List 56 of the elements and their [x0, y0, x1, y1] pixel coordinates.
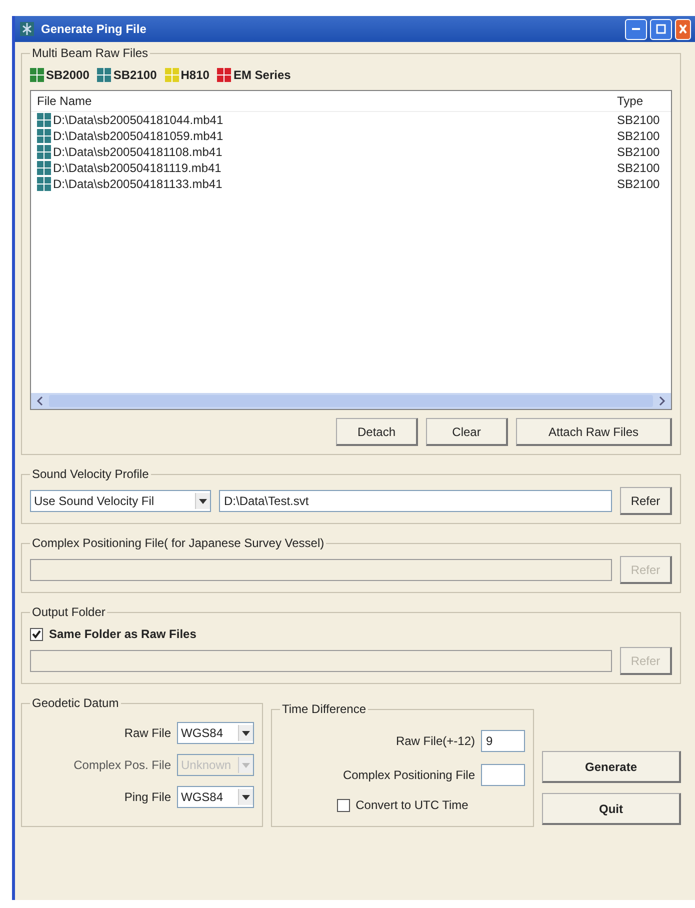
- file-type: SB2100: [617, 161, 661, 175]
- field-label: Raw File(+-12): [396, 734, 475, 748]
- folder-field[interactable]: [30, 650, 612, 672]
- group-title: Multi Beam Raw Files: [31, 46, 150, 60]
- legend-label: H810: [180, 68, 210, 82]
- refer-button[interactable]: Refer: [620, 487, 672, 515]
- column-header[interactable]: Type: [617, 94, 665, 108]
- file-name[interactable]: D:\Data\sb200504181044.mb41: [53, 113, 224, 127]
- datum-dropdown[interactable]: WGS84: [177, 722, 254, 744]
- checkbox[interactable]: [30, 628, 43, 640]
- file-type: SB2100: [617, 129, 661, 143]
- file-name[interactable]: D:\Data\sb200504181108.mb41: [53, 145, 222, 159]
- file-type: SB2100: [617, 177, 661, 191]
- group-title: Geodetic Datum: [31, 696, 120, 710]
- field-label: Complex Pos. File: [74, 758, 171, 772]
- dialog-button[interactable]: Clear: [426, 418, 508, 446]
- field-label: Raw File: [124, 726, 171, 740]
- checkbox-label[interactable]: Convert to UTC Time: [356, 798, 468, 812]
- minimize-icon: [632, 28, 640, 30]
- file-name[interactable]: D:\Data\sb200504181133.mb41: [53, 177, 222, 191]
- scroll-left-icon[interactable]: [35, 395, 45, 407]
- minimize-button[interactable]: [625, 18, 647, 40]
- legend-label: SB2100: [113, 68, 157, 82]
- file-type: SB2100: [617, 113, 661, 127]
- scroll-right-icon[interactable]: [657, 395, 667, 407]
- legend-label: EM Series: [233, 68, 291, 82]
- group-title: Time Difference: [281, 702, 368, 716]
- window-title: Generate Ping File: [41, 22, 146, 36]
- file-name[interactable]: D:\Data\sb200504181119.mb41: [53, 161, 222, 175]
- column-header[interactable]: File Name: [37, 94, 617, 108]
- field-label: Complex Positioning File: [342, 768, 475, 782]
- checkbox-label[interactable]: Same Folder as Raw Files: [49, 627, 196, 641]
- mode-dropdown[interactable]: Use Sound Velocity Fil: [30, 490, 211, 512]
- group-title: Sound Velocity Profile: [31, 467, 150, 481]
- app-icon: [19, 21, 35, 37]
- dialog-button[interactable]: Attach Raw Files: [516, 418, 672, 446]
- field-label: Ping File: [124, 790, 171, 804]
- file-name[interactable]: D:\Data\sb200504181059.mb41: [53, 129, 224, 143]
- close-icon: [679, 24, 687, 34]
- action-button[interactable]: Generate: [542, 751, 681, 783]
- path-field[interactable]: D:\Data\Test.svt: [219, 490, 612, 512]
- group-title: Complex Positioning File( for Japanese Survey Vessel): [31, 536, 326, 550]
- file-type: SB2100: [617, 145, 661, 159]
- hours-field[interactable]: [481, 764, 525, 786]
- legend-label: SB2000: [46, 68, 90, 82]
- maximize-button[interactable]: [650, 18, 672, 40]
- checkbox[interactable]: [336, 798, 350, 812]
- datum-dropdown[interactable]: WGS84: [177, 786, 254, 808]
- horizontal-scrollbar[interactable]: [31, 393, 671, 409]
- dialog-button[interactable]: Detach: [336, 418, 418, 446]
- action-button[interactable]: Quit: [542, 793, 681, 825]
- maximize-icon: [656, 24, 666, 34]
- close-button[interactable]: [675, 18, 691, 40]
- group-title: Output Folder: [31, 605, 106, 619]
- hours-field[interactable]: 9: [481, 730, 525, 752]
- path-field[interactable]: [30, 559, 612, 581]
